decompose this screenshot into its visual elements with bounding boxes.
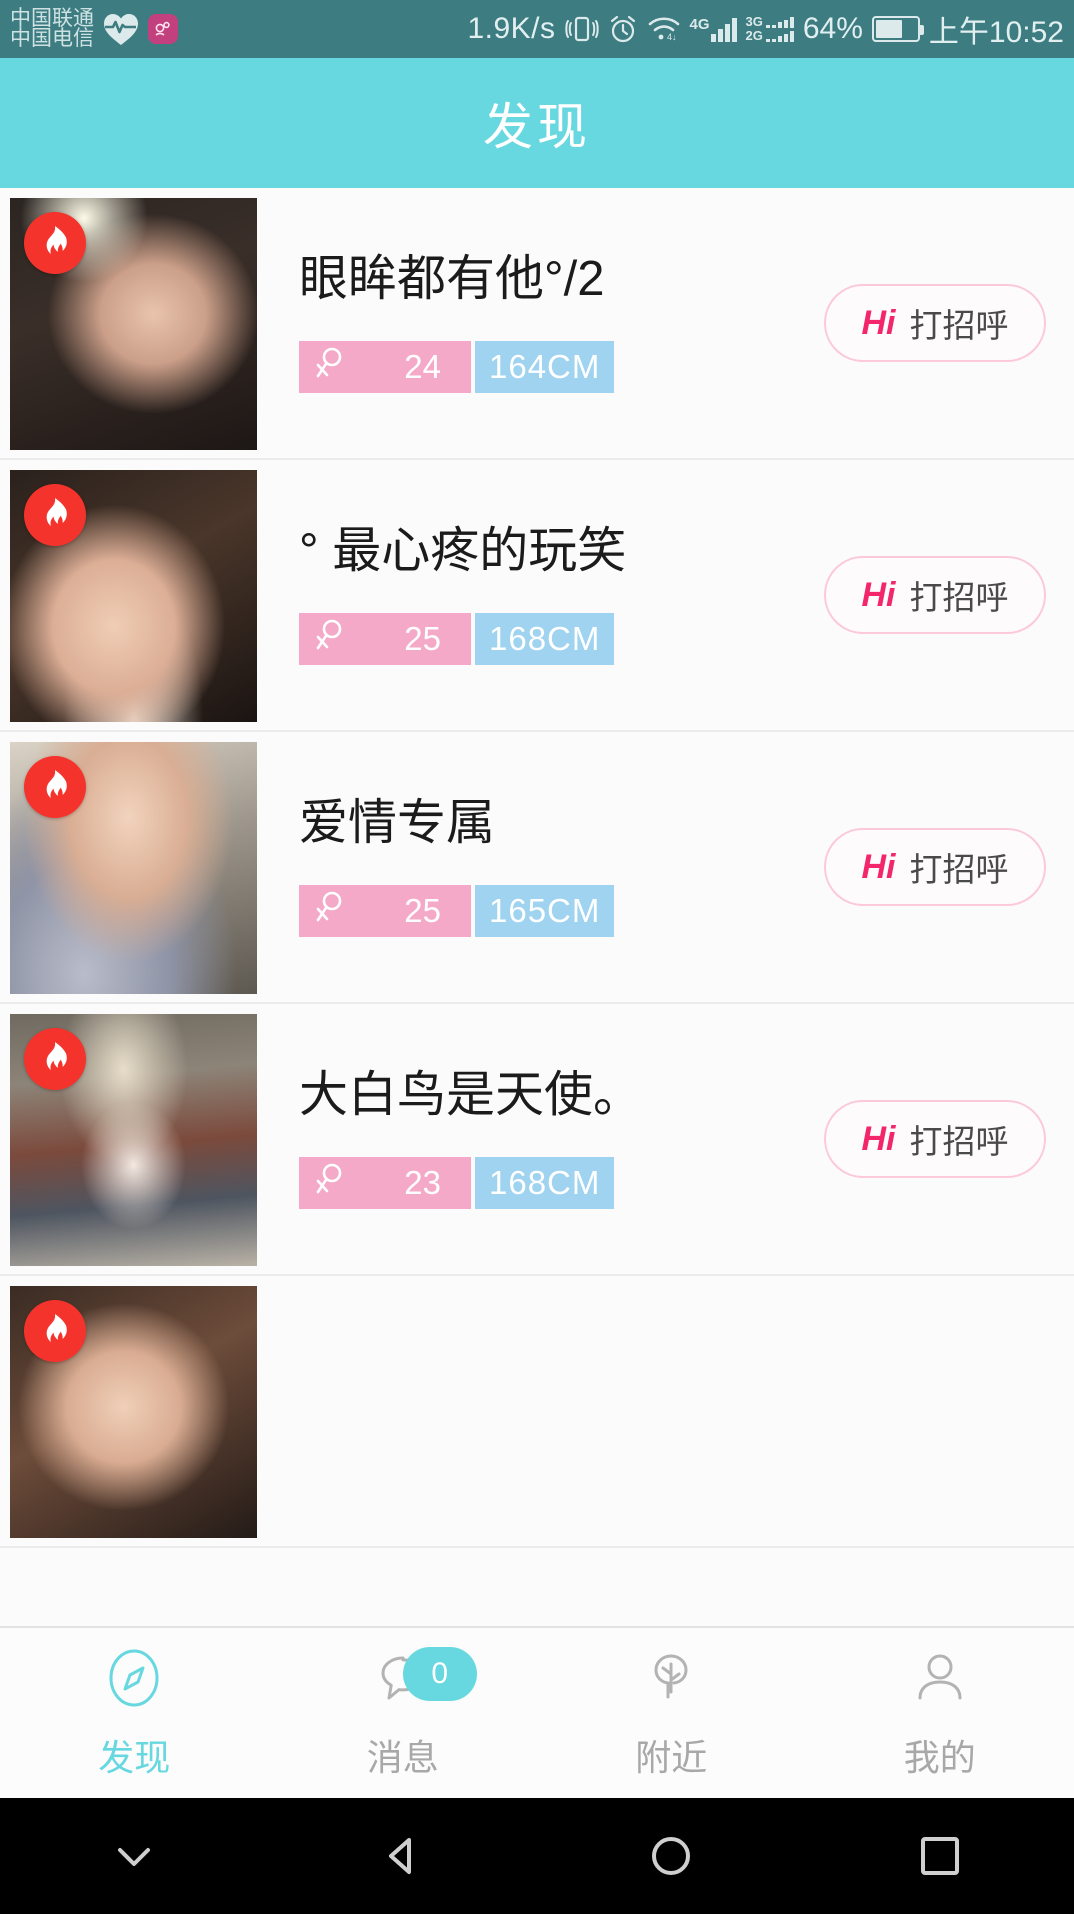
age-value: 25 — [404, 891, 441, 929]
svg-text:4↓: 4↓ — [667, 32, 677, 42]
height-tag: 168CM — [475, 612, 615, 665]
height-tag: 165CM — [475, 884, 615, 937]
signal-gsm-labels: 3G 2G — [746, 15, 763, 42]
list-item[interactable]: ° 最心疼的玩笑 25 168CM Hi 打招呼 — [0, 460, 1074, 732]
flame-icon — [24, 484, 86, 546]
greet-button[interactable]: Hi 打招呼 — [824, 556, 1046, 634]
flame-icon — [24, 756, 86, 818]
status-bar-left: 中国联通 中国电信 — [0, 7, 178, 50]
greet-button[interactable]: Hi 打招呼 — [824, 284, 1046, 362]
carrier-secondary: 中国电信 — [10, 27, 94, 50]
greet-button-label: 打招呼 — [909, 307, 1009, 344]
signal-2g-label: 2G — [745, 28, 763, 43]
app-header: 发现 — [0, 58, 1074, 188]
height-tag: 168CM — [475, 1156, 615, 1209]
avatar[interactable] — [10, 1014, 257, 1266]
tree-location-icon — [639, 1645, 703, 1711]
greet-button-hi-label: Hi — [861, 847, 896, 886]
carrier-primary: 中国联通 — [10, 7, 94, 31]
avatar[interactable] — [10, 742, 257, 994]
battery-percent: 64% — [802, 12, 863, 45]
age-tag: 25 — [299, 612, 471, 665]
phone-screen: 中国联通 中国电信 1.9K/s 4↓ 4G 3G 2G 64% 上午10:52… — [0, 0, 1074, 1914]
network-speed: 1.9K/s — [467, 12, 556, 45]
status-bar: 中国联通 中国电信 1.9K/s 4↓ 4G 3G 2G 64% 上午10:52 — [0, 0, 1074, 58]
bottom-navigation[interactable]: 发现 0 消息 附近 我的 — [0, 1626, 1074, 1798]
heart-rate-icon — [102, 12, 140, 46]
age-tag: 24 — [299, 340, 471, 393]
carrier-labels: 中国联通 中国电信 — [10, 7, 94, 50]
female-gender-icon — [315, 346, 343, 388]
avatar[interactable] — [10, 1286, 257, 1538]
tab-label: 消息 — [366, 1737, 439, 1778]
list-item[interactable]: 眼眸都有他°/2 24 164CM Hi 打招呼 — [0, 188, 1074, 460]
greet-button-hi-label: Hi — [861, 1119, 896, 1158]
tab-nearby[interactable]: 附近 — [537, 1645, 806, 1781]
greet-button-label: 打招呼 — [909, 579, 1009, 616]
recents-square-icon[interactable] — [895, 1811, 985, 1901]
compass-icon — [102, 1645, 166, 1711]
female-gender-icon — [315, 618, 343, 660]
discover-list[interactable]: 眼眸都有他°/2 24 164CM Hi 打招呼 ° 最心疼的玩笑 25 168… — [0, 188, 1074, 1626]
message-count-badge: 0 — [402, 1647, 477, 1701]
tab-label: 附近 — [635, 1737, 708, 1778]
flame-icon — [24, 1028, 86, 1090]
avatar[interactable] — [10, 470, 257, 722]
greet-button-hi-label: Hi — [861, 575, 896, 614]
age-value: 25 — [404, 619, 441, 657]
greet-button[interactable]: Hi 打招呼 — [824, 828, 1046, 906]
age-tag: 25 — [299, 884, 471, 937]
android-navigation-bar[interactable] — [0, 1798, 1074, 1914]
age-tag: 23 — [299, 1156, 471, 1209]
home-circle-icon[interactable] — [626, 1811, 716, 1901]
tab-messages[interactable]: 0 消息 — [269, 1645, 538, 1781]
back-triangle-icon[interactable] — [358, 1811, 448, 1901]
vibrate-icon — [564, 14, 599, 44]
greet-button-hi-label: Hi — [861, 303, 896, 342]
wifi-icon: 4↓ — [647, 15, 681, 43]
tab-label: 发现 — [98, 1737, 171, 1778]
signal-3g2g-indicator: 3G 2G — [746, 15, 794, 42]
age-value: 24 — [404, 347, 441, 385]
greet-button-label: 打招呼 — [909, 1123, 1009, 1160]
signal-4g-label: 4G — [689, 16, 710, 33]
tab-label: 我的 — [903, 1737, 976, 1778]
chat-bubble-icon: 0 — [371, 1645, 477, 1711]
status-bar-right: 1.9K/s 4↓ 4G 3G 2G 64% 上午10:52 — [467, 7, 1064, 51]
age-value: 23 — [404, 1163, 441, 1201]
battery-icon — [871, 16, 924, 42]
list-item[interactable]: 爱情专属 25 165CM Hi 打招呼 — [0, 732, 1074, 1004]
signal-bars-secondary — [765, 16, 794, 42]
signal-3g-label: 3G — [745, 14, 763, 30]
list-item[interactable]: 大白鸟是天使。 23 168CM Hi 打招呼 — [0, 1004, 1074, 1276]
greet-button-label: 打招呼 — [909, 851, 1009, 888]
tab-discover[interactable]: 发现 — [0, 1645, 269, 1781]
list-item[interactable] — [0, 1276, 1074, 1548]
chevron-down-icon[interactable] — [89, 1811, 179, 1901]
flame-icon — [24, 212, 86, 274]
page-title: 发现 — [483, 99, 591, 155]
list-item-info — [257, 1276, 1074, 1546]
tab-profile[interactable]: 我的 — [806, 1645, 1074, 1781]
height-tag: 164CM — [475, 340, 615, 393]
greet-button[interactable]: Hi 打招呼 — [824, 1100, 1046, 1178]
female-gender-icon — [315, 1162, 343, 1204]
flame-icon — [24, 1300, 86, 1362]
signal-bars-primary — [710, 16, 737, 42]
female-gender-icon — [315, 890, 343, 932]
alarm-clock-icon — [608, 14, 638, 44]
avatar[interactable] — [10, 198, 257, 450]
pink-app-icon — [148, 14, 178, 44]
person-icon — [908, 1645, 972, 1711]
signal-4g-indicator: 4G — [690, 16, 737, 42]
clock: 上午10:52 — [928, 16, 1064, 49]
